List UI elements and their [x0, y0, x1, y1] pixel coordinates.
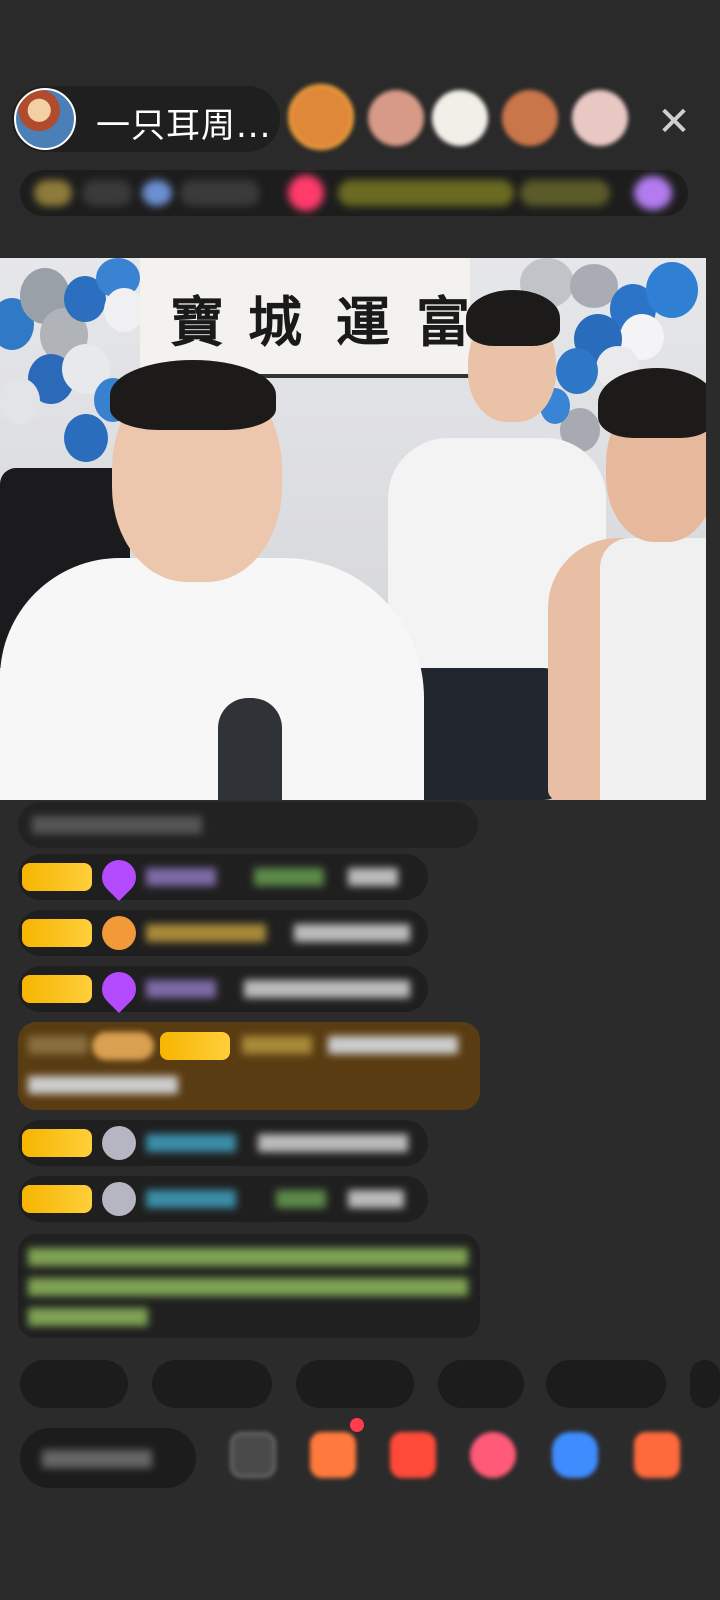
chat-highlight-message[interactable]: [18, 1022, 480, 1110]
quick-reply-chip[interactable]: [152, 1360, 272, 1408]
level-badge: [160, 1032, 230, 1060]
chat-message[interactable]: [18, 1176, 428, 1222]
chat-username[interactable]: [146, 980, 216, 998]
rank-badge: [34, 180, 72, 206]
rank-item: [288, 175, 324, 211]
level-badge: [22, 863, 92, 891]
close-icon[interactable]: ✕: [652, 100, 696, 144]
bottom-action-bar: [0, 1420, 720, 1500]
chat-target: [276, 1190, 326, 1208]
rank-item: [82, 180, 132, 206]
quick-reply-chip[interactable]: [546, 1360, 666, 1408]
balloon: [0, 378, 40, 424]
person-back-hair: [466, 290, 560, 346]
diamond-heart-icon: [94, 964, 144, 1014]
chat-text: [294, 924, 410, 942]
fan-badge: [92, 1032, 154, 1060]
notification-dot: [350, 1418, 364, 1432]
main-person-shirt: [0, 558, 424, 800]
host-avatar[interactable]: [14, 88, 76, 150]
rank-item: [180, 180, 260, 206]
balloon: [646, 262, 698, 318]
chat-input-placeholder-block: [42, 1450, 152, 1468]
heart-icon[interactable]: [470, 1432, 516, 1478]
chat-text: [258, 1134, 408, 1152]
chat-list[interactable]: [0, 800, 720, 1360]
chat-input[interactable]: [20, 1428, 196, 1488]
balloon: [64, 414, 108, 462]
balloon-heart-icon: [102, 916, 136, 950]
diamond-heart-icon: [94, 852, 144, 902]
rank-strip[interactable]: [20, 170, 688, 216]
chat-text: [328, 1036, 458, 1054]
chat-message[interactable]: [18, 964, 428, 1014]
chat-username[interactable]: [28, 1036, 88, 1054]
emoji-icon[interactable]: [230, 1432, 276, 1478]
quick-reply-chip[interactable]: [296, 1360, 414, 1408]
red-packet-icon[interactable]: [390, 1432, 436, 1478]
balloon: [556, 348, 598, 394]
quick-reply-chip[interactable]: [690, 1360, 720, 1408]
main-person-hair: [110, 360, 276, 430]
person-right-tank: [600, 538, 706, 800]
viewer-avatar[interactable]: [288, 84, 354, 150]
level-badge: [22, 1185, 92, 1213]
chat-username[interactable]: [146, 1134, 236, 1152]
rank-item: [142, 180, 172, 206]
rank-item: [520, 180, 610, 206]
level-badge: [22, 975, 92, 1003]
quick-reply-chip[interactable]: [20, 1360, 128, 1408]
chat-text: [244, 980, 410, 998]
level-badge: [22, 919, 92, 947]
viewer-avatar[interactable]: [432, 90, 488, 146]
live-video[interactable]: 寶 城 運 富: [0, 258, 706, 800]
quick-reply-chip[interactable]: [438, 1360, 524, 1408]
chat-username[interactable]: [146, 868, 216, 886]
viewer-avatar[interactable]: [502, 90, 558, 146]
gray-heart-icon: [102, 1182, 136, 1216]
chat-system-message: [18, 802, 478, 848]
top-bar: 一只耳周... ✕: [0, 0, 720, 260]
notice-text: [28, 1248, 468, 1266]
level-badge: [22, 1129, 92, 1157]
chat-target: [254, 868, 324, 886]
rank-item: [634, 176, 672, 210]
game-controller-icon[interactable]: [552, 1432, 598, 1478]
chat-username[interactable]: [146, 924, 266, 942]
microphone: [218, 698, 282, 800]
chat-message[interactable]: [18, 1120, 428, 1166]
chat-message[interactable]: [18, 910, 428, 956]
quick-reply-bar[interactable]: [0, 1358, 720, 1410]
more-apps-icon[interactable]: [634, 1432, 680, 1478]
chat-target: [242, 1036, 312, 1054]
chat-text: [28, 1076, 178, 1094]
calligraphy-char: 城: [248, 290, 302, 354]
chat-username[interactable]: [146, 1190, 236, 1208]
person-right-hair: [598, 368, 706, 438]
notice-text: [28, 1278, 468, 1296]
balloon: [104, 288, 144, 332]
host-name[interactable]: 一只耳周...: [96, 98, 271, 147]
chat-text: [348, 1190, 404, 1208]
host-info[interactable]: 一只耳周...: [12, 86, 280, 152]
chat-notice-message: [18, 1234, 480, 1338]
gift-box-icon[interactable]: [310, 1432, 356, 1478]
chat-text: [348, 868, 398, 886]
viewer-avatar[interactable]: [572, 90, 628, 146]
viewer-avatar[interactable]: [368, 90, 424, 146]
notice-text: [28, 1308, 148, 1326]
chat-message[interactable]: [18, 852, 428, 902]
gray-heart-icon: [102, 1126, 136, 1160]
rank-item: [338, 180, 514, 206]
calligraphy-char: 富: [416, 290, 470, 354]
calligraphy-char: 寶: [170, 290, 224, 354]
calligraphy-char: 運: [336, 290, 390, 354]
chat-text-block: [32, 816, 202, 834]
